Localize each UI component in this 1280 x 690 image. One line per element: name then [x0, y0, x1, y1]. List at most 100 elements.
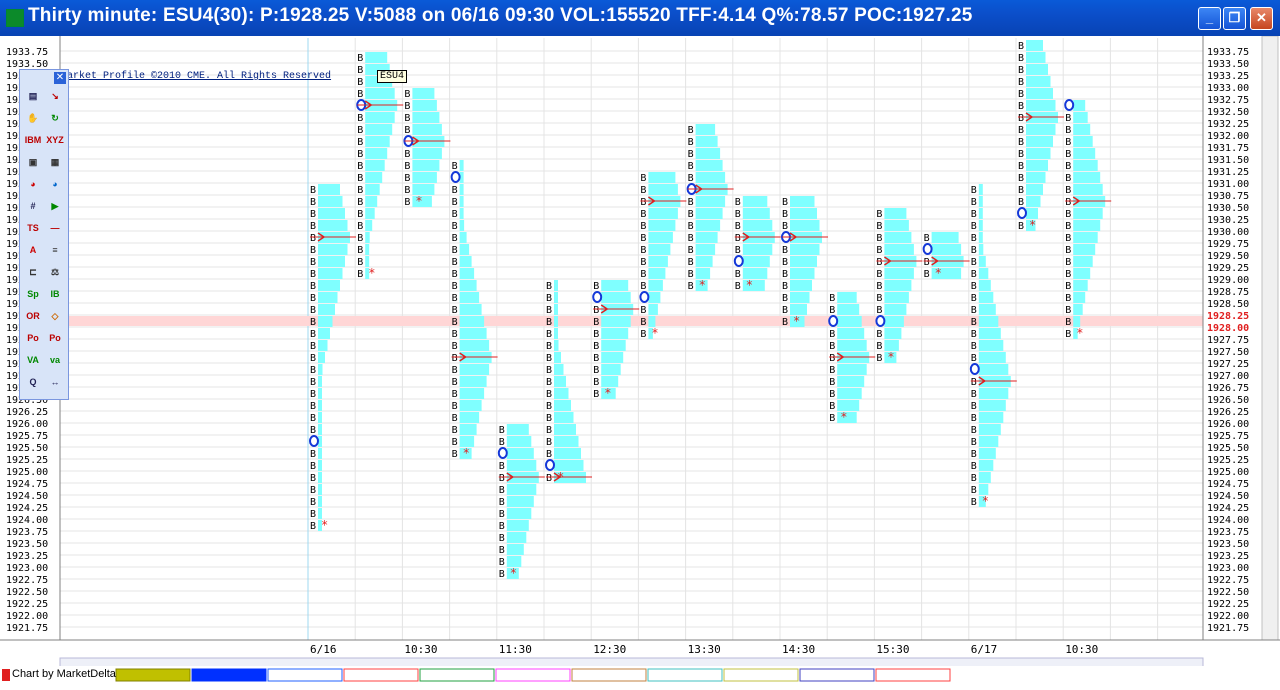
xyz-icon[interactable]: XYZ — [46, 132, 64, 149]
color-tab[interactable] — [723, 668, 799, 682]
right-price-label: 1924.00 — [1207, 515, 1249, 526]
volume-bar — [1026, 172, 1046, 183]
tpo-letter: B — [357, 173, 363, 184]
symbol-tag[interactable]: ESU4 — [377, 70, 408, 83]
tpo-letter: B — [357, 185, 363, 196]
color-tab[interactable] — [343, 668, 419, 682]
volume-bar — [978, 316, 999, 327]
color-tab[interactable] — [419, 668, 495, 682]
text-lines-icon[interactable]: ≡ — [46, 242, 64, 259]
hand-icon[interactable]: ✋ — [24, 110, 42, 127]
tpo-letter: B — [829, 377, 835, 388]
color-tab[interactable] — [647, 668, 723, 682]
volume-bar — [695, 232, 718, 243]
arrow-icon[interactable]: ↘ — [46, 88, 64, 105]
color-tab[interactable] — [875, 668, 951, 682]
tpo-letter: B — [782, 197, 788, 208]
color-tab[interactable] — [115, 668, 191, 682]
pie-icon[interactable]: ◕ — [24, 176, 42, 193]
tpo-letter: B — [688, 197, 694, 208]
pocv-icon[interactable]: Po — [46, 330, 64, 347]
open-marker — [1017, 207, 1027, 219]
tpo-letter: B — [971, 269, 977, 280]
camera-icon[interactable]: ▣ — [24, 154, 42, 171]
right-price-label: 1933.00 — [1207, 83, 1249, 94]
maximize-button[interactable]: ❐ — [1223, 7, 1246, 30]
refresh-icon[interactable]: ↻ — [46, 110, 64, 127]
tpo-letter: B — [499, 497, 505, 508]
pie2-icon[interactable]: ◕ — [46, 176, 64, 193]
right-price-label: 1933.75 — [1207, 47, 1249, 58]
ib-icon[interactable]: IB — [46, 286, 64, 303]
text-a-icon[interactable]: A — [24, 242, 42, 259]
volume-bar — [978, 232, 983, 243]
color-tab[interactable] — [571, 668, 647, 682]
bars-icon[interactable]: ▤ — [24, 88, 42, 105]
close-star: * — [557, 470, 564, 484]
tpo-letter: B — [404, 197, 410, 208]
volume-bar — [648, 172, 676, 183]
drawing-toolbox[interactable]: ✕ ▤ ↘ ✋ ↻ IBM XYZ ▣ ▦ ◕ ◕ # ▶ TS — A ≡ ⊏ ⚖ Sp IB OR ◇ Po Po VA va… — [19, 69, 69, 400]
tpo-letter: B — [782, 245, 788, 256]
volume-bar — [601, 352, 624, 363]
volume-bar — [884, 244, 914, 255]
line-icon[interactable]: — — [46, 220, 64, 237]
tpo-letter: B — [357, 53, 363, 64]
volume-bar — [1026, 100, 1056, 111]
volume-bar — [695, 196, 726, 207]
ibm-icon[interactable]: IBM — [24, 132, 42, 149]
left-price-label: 1923.75 — [6, 527, 48, 538]
chart-area[interactable]: BBBBBBBBBBBBBBBBBBBBBBBBBBBBB*BBBBBBBBBB… — [0, 35, 1280, 685]
arrows-h-icon[interactable]: ↔ — [46, 374, 64, 391]
toolbox-close-icon[interactable]: ✕ — [54, 72, 66, 84]
left-price-label: 1923.00 — [6, 563, 48, 574]
ts-icon[interactable]: TS — [24, 220, 42, 237]
sp-icon[interactable]: Sp — [24, 286, 42, 303]
right-price-label: 1929.75 — [1207, 239, 1249, 250]
tpo-letter: B — [688, 209, 694, 220]
volume-bar — [601, 328, 629, 339]
right-price-label: 1927.50 — [1207, 347, 1249, 358]
tpo-letter: B — [688, 173, 694, 184]
tpo-letter: B — [1018, 41, 1024, 52]
tpo-letter: B — [452, 437, 458, 448]
volume-bar — [365, 52, 388, 63]
market-profile-chart[interactable]: BBBBBBBBBBBBBBBBBBBBBBBBBBBBB*BBBBBBBBBB… — [0, 35, 1280, 685]
volume-bar — [601, 280, 629, 291]
poc-icon[interactable]: Po — [24, 330, 42, 347]
color-tab[interactable] — [495, 668, 571, 682]
diamond-icon[interactable]: ◇ — [46, 308, 64, 325]
grid-icon[interactable]: # — [24, 198, 42, 215]
minimize-button[interactable]: _ — [1198, 7, 1221, 30]
volume-bar — [554, 412, 574, 423]
scale-icon[interactable]: ⚖ — [46, 264, 64, 281]
q-icon[interactable]: Q — [24, 374, 42, 391]
document-icon[interactable]: ▦ — [46, 154, 64, 171]
right-price-label: 1922.50 — [1207, 587, 1249, 598]
or-icon[interactable]: OR — [24, 308, 42, 325]
close-button[interactable]: ✕ — [1250, 7, 1273, 30]
color-tab[interactable] — [191, 668, 267, 682]
bracket-icon[interactable]: ⊏ — [24, 264, 42, 281]
tpo-letter: B — [593, 281, 599, 292]
color-tab[interactable] — [799, 668, 875, 682]
va-icon[interactable]: VA — [24, 352, 42, 369]
volume-bar — [978, 340, 1004, 351]
left-price-label: 1926.00 — [6, 419, 48, 430]
tpo-letter: B — [640, 185, 646, 196]
vavo-icon[interactable]: va — [46, 352, 64, 369]
color-tab[interactable] — [267, 668, 343, 682]
tpo-letter: B — [782, 293, 788, 304]
tpo-letter: B — [829, 353, 835, 364]
volume-bar — [1073, 208, 1103, 219]
tpo-letter: B — [640, 257, 646, 268]
play-icon[interactable]: ▶ — [46, 198, 64, 215]
tpo-letter: B — [876, 233, 882, 244]
tpo-letter: B — [357, 65, 363, 76]
volume-bar — [978, 412, 1004, 423]
tpo-letter: B — [735, 221, 741, 232]
tpo-letter: B — [735, 209, 741, 220]
color-tabs[interactable] — [0, 666, 1280, 685]
tpo-letter: B — [310, 353, 316, 364]
volume-bar — [884, 220, 909, 231]
